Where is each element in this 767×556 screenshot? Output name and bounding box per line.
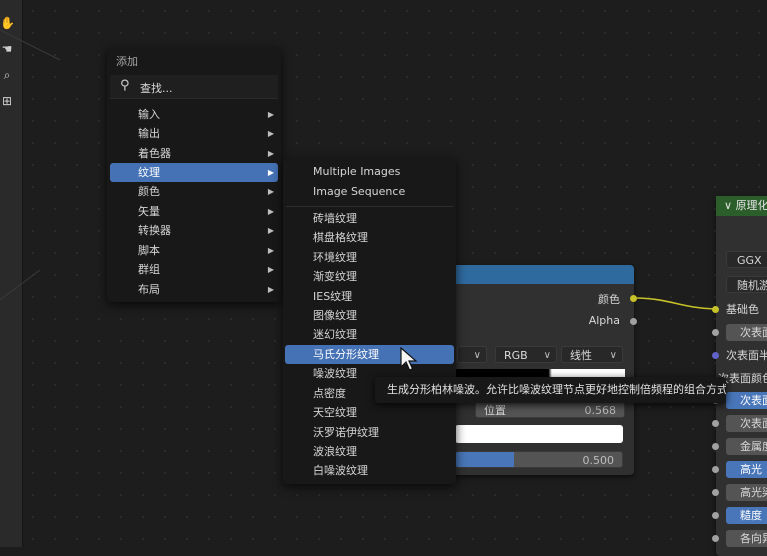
submenu-item-gradient[interactable]: 渐变纹理 [285,267,454,286]
search-field[interactable]: ⚲ 查找... [110,75,278,99]
subsurface-ior-field[interactable]: 次表面 [726,392,767,409]
menu-item-output[interactable]: 输出 ▶ [110,124,278,143]
menu-separator [286,206,453,207]
color-mode-value: RGB [504,349,528,362]
submenu-arrow-icon: ▶ [267,207,274,216]
specular-tint-field[interactable]: 高光染 [726,484,767,501]
output-alpha-label: Alpha [588,314,620,327]
menu-item-texture[interactable]: 纹理 ▶ [110,163,278,182]
menu-item-group[interactable]: 群组 ▶ [110,260,278,279]
submenu-item-checker[interactable]: 棋盘格纹理 [285,228,454,247]
menu-item-color[interactable]: 颜色 ▶ [110,182,278,201]
menu-item-layout[interactable]: 布局 ▶ [110,280,278,299]
submenu-item-environment[interactable]: 环境纹理 [285,248,454,267]
node-title: 原理化 [735,199,767,212]
base-color-label: 基础色 [726,303,759,316]
submenu-item-brick[interactable]: 砖墙纹理 [285,209,454,228]
submenu-item-musgrave[interactable]: 马氏分形纹理 [285,345,454,364]
base-color-socket[interactable] [712,306,719,313]
submenu-arrow-icon: ▶ [267,129,274,138]
node-header[interactable]: ∨ 原理化 [716,196,767,216]
submenu-arrow-icon: ▶ [267,110,274,119]
submenu-arrow-icon: ▶ [267,246,274,255]
menu-item-input[interactable]: 输入 ▶ [110,105,278,124]
menu-item-label: 矢量 [138,205,160,218]
submenu-arrow-icon: ▶ [267,226,274,235]
submenu-item-white-noise[interactable]: 白噪波纹理 [285,461,454,480]
subsurface-field[interactable]: 次表面 [726,324,767,341]
menu-title: 添加 [116,55,138,68]
color-mode-select[interactable]: RGB ∨ [495,346,557,363]
texture-submenu: Multiple Images Image Sequence 砖墙纹理 棋盘格纹… [283,158,456,484]
output-color-label: 颜色 [598,293,620,306]
subsurface-aniso-socket[interactable] [712,420,719,427]
specular-tint-socket[interactable] [712,489,719,496]
principled-bsdf-node[interactable]: ∨ 原理化 GGX 随机游走 基础色 次表面 次表面半 次表面颜色 次表面 次表… [712,196,767,556]
roughness-field[interactable]: 糙度 [726,507,767,524]
submenu-item-voronoi[interactable]: 沃罗诺伊纹理 [285,423,454,442]
submenu-item-multiple-images[interactable]: Multiple Images [285,162,454,181]
menu-item-label: 脚本 [138,244,160,257]
submenu-item-sky[interactable]: 天空纹理 [285,403,454,422]
submenu-item-magic[interactable]: 迷幻纹理 [285,325,454,344]
submenu-arrow-icon: ▶ [267,265,274,274]
submenu-item-image-sequence[interactable]: Image Sequence [285,182,454,201]
chevron-down-icon: ∨ [473,350,481,361]
search-placeholder: 查找... [140,82,173,95]
chevron-down-icon: ∨ [543,350,551,361]
menu-item-label: 纹理 [138,166,160,179]
search-icon: ⚲ [120,78,130,93]
collapse-chevron-icon[interactable]: ∨ [724,199,736,212]
fac-slider-fill [456,452,514,467]
node-header[interactable] [445,265,634,284]
specular-field[interactable]: 高光 [726,461,767,478]
metallic-field[interactable]: 金属度 [726,438,767,455]
metallic-socket[interactable] [712,443,719,450]
color-swatch[interactable] [455,425,623,443]
interpolation-select[interactable]: 线性 ∨ [561,346,623,363]
subsurface-socket[interactable] [712,329,719,336]
add-menu: 添加 ⚲ 查找... 输入 ▶ 输出 ▶ 着色器 ▶ 纹理 ▶ 颜色 ▶ 矢量 ▶ 转换器 ▶… [107,48,281,302]
menu-item-label: 颜色 [138,185,160,198]
tooltip: 生成分形柏林噪波。允许比噪波纹理节点更好地控制倍频程的组合方式。 [375,377,726,403]
submenu-item-image[interactable]: 图像纹理 [285,306,454,325]
distribution-select[interactable]: GGX [726,251,767,268]
anisotropic-field[interactable]: 各向异 [726,530,767,547]
position-label: 位置 [484,404,506,417]
specular-socket[interactable] [712,466,719,473]
position-value: 0.568 [584,404,617,417]
submenu-arrow-icon: ▶ [267,285,274,294]
roughness-socket[interactable] [712,512,719,519]
chevron-down-icon: ∨ [609,350,617,361]
menu-item-label: 输出 [138,127,160,140]
interpolation-value: 线性 [570,349,592,362]
menu-item-label: 输入 [138,108,160,121]
alpha-output-socket[interactable] [630,318,637,325]
menu-item-shader[interactable]: 着色器 ▶ [110,144,278,163]
submenu-arrow-icon: ▶ [267,187,274,196]
menu-item-label: 群组 [138,263,160,276]
submenu-item-wave[interactable]: 波浪纹理 [285,442,454,461]
fac-value: 0.500 [582,454,615,467]
submenu-arrow-icon: ▶ [267,168,274,177]
submenu-arrow-icon: ▶ [267,149,274,158]
menu-item-script[interactable]: 脚本 ▶ [110,241,278,260]
mouse-cursor-icon [400,347,418,371]
position-field[interactable]: 位置 0.568 [475,401,625,418]
menu-item-label: 转换器 [138,224,171,237]
subsurface-aniso-field[interactable]: 次表面 [726,415,767,432]
menu-item-label: 着色器 [138,147,171,160]
menu-item-converter[interactable]: 转换器 ▶ [110,221,278,240]
subsurface-method-select[interactable]: 随机游走 [726,276,767,293]
subsurface-radius-socket[interactable] [712,352,719,359]
fac-slider[interactable]: 0.500 [455,451,623,468]
menu-item-vector[interactable]: 矢量 ▶ [110,202,278,221]
subsurface-radius-label: 次表面半 [726,349,767,362]
color-ramp-node[interactable]: 颜色 Alpha RGB ∨ 线性 ∨ ∨ 位置 0.568 0.500 [445,265,634,475]
color-output-socket[interactable] [630,295,637,302]
ramp-menu-button[interactable]: ∨ [457,346,487,363]
anisotropic-socket[interactable] [712,535,719,542]
submenu-item-ies[interactable]: IES纹理 [285,287,454,306]
menu-item-label: 布局 [138,283,160,296]
